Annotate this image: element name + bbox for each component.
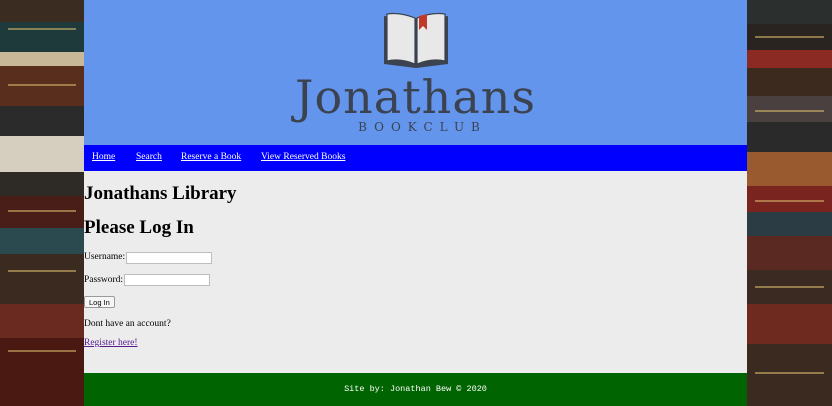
page-container: Jonathans BOOKCLUB Home Search Reserve a… <box>84 0 747 406</box>
footer-credit: Site by: Jonathan Bew © 2020 <box>344 384 487 394</box>
login-heading: Please Log In <box>84 217 194 238</box>
logo-subtitle: BOOKCLUB <box>358 120 487 134</box>
nav-link-home[interactable]: Home <box>92 152 115 162</box>
login-button[interactable]: Log In <box>84 296 115 308</box>
nav-link-view-reserved[interactable]: View Reserved Books <box>261 152 345 162</box>
username-label: Username: <box>84 252 126 262</box>
password-input[interactable] <box>124 274 210 286</box>
nav-link-search[interactable]: Search <box>136 152 162 162</box>
register-link[interactable]: Register here! <box>84 338 138 348</box>
page-title: Jonathans Library <box>84 183 237 204</box>
password-label: Password: <box>84 275 124 285</box>
bookshelf-left-decoration <box>0 0 84 406</box>
logo-title: Jonathans <box>295 70 536 124</box>
nav-link-reserve-book[interactable]: Reserve a Book <box>181 152 241 162</box>
bookshelf-right-decoration <box>747 0 832 406</box>
footer: Site by: Jonathan Bew © 2020 <box>84 373 747 406</box>
header-banner: Jonathans BOOKCLUB <box>84 0 747 145</box>
open-book-bookmark-icon <box>384 12 448 68</box>
no-account-text: Dont have an account? <box>84 319 171 329</box>
username-input[interactable] <box>126 252 212 264</box>
nav-bar: Home Search Reserve a Book View Reserved… <box>84 145 747 171</box>
